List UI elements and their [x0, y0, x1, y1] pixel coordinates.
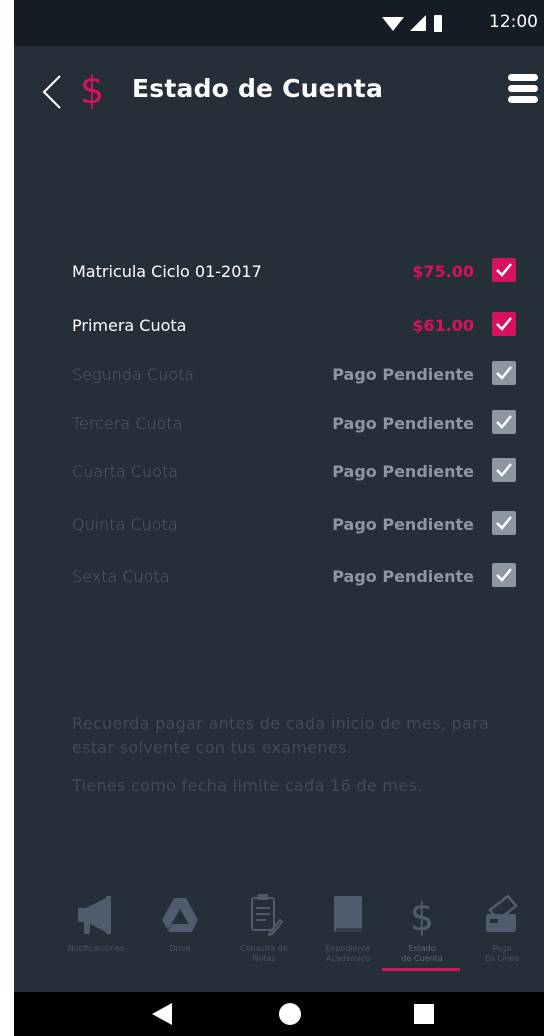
menu-icon[interactable] — [508, 74, 538, 106]
nav-label: Drive — [169, 944, 191, 953]
credit-card-icon — [486, 894, 518, 932]
system-navigation-bar — [14, 992, 544, 1036]
payment-label: Segunda Cuota — [72, 365, 195, 384]
nav-expediente-academico[interactable]: Expediente Académico — [306, 884, 390, 974]
payment-row-quinta-cuota: Quinta Cuota Pago Pendiente — [72, 511, 516, 541]
payment-row-cuarta-cuota: Cuarta Cuota Pago Pendiente — [72, 458, 516, 488]
nav-drive[interactable]: Drive — [138, 884, 222, 974]
wifi-icon — [382, 17, 404, 31]
app-header: $ Estado de Cuenta — [14, 46, 544, 136]
payment-row-segunda-cuota: Segunda Cuota Pago Pendiente — [72, 361, 516, 391]
page-title: Estado de Cuenta — [132, 74, 384, 103]
payment-row-primera-cuota: Primera Cuota $61.00 — [72, 312, 516, 342]
system-recents-icon[interactable] — [414, 1004, 434, 1024]
payment-label: Primera Cuota — [72, 316, 187, 335]
pending-checkbox[interactable] — [492, 410, 516, 434]
payment-status: Pago Pendiente — [332, 365, 474, 384]
nav-label: Notificaciones — [67, 944, 125, 953]
phone-screen: 12:00 $ Estado de Cuenta Matricula Ciclo… — [14, 0, 544, 1036]
paid-checkbox[interactable] — [492, 312, 516, 336]
battery-icon — [434, 15, 442, 32]
back-arrow-icon[interactable] — [40, 74, 64, 110]
nav-notificaciones[interactable]: Notificaciones — [54, 884, 138, 974]
nav-estado-de-cuenta[interactable]: $ Estado de Cuenta — [380, 884, 464, 974]
payment-status: Pago Pendiente — [332, 567, 474, 586]
nav-label: Consulta de Notas — [240, 944, 288, 963]
payment-row-matricula: Matricula Ciclo 01-2017 $75.00 — [72, 258, 516, 288]
dollar-icon: $ — [410, 895, 434, 936]
paid-checkbox[interactable] — [492, 258, 516, 282]
payment-label: Tercera Cuota — [72, 414, 183, 433]
pending-checkbox[interactable] — [492, 563, 516, 587]
active-tab-indicator — [382, 968, 460, 971]
nav-label: Expediente Académico — [325, 944, 371, 963]
payment-label: Quinta Cuota — [72, 515, 178, 534]
nav-pago-en-linea[interactable]: Pago En Linea — [460, 884, 544, 974]
status-time: 12:00 — [489, 12, 538, 32]
nav-consulta-notas[interactable]: Consulta de Notas — [222, 884, 306, 974]
system-home-icon[interactable] — [279, 1003, 301, 1025]
book-icon — [334, 896, 362, 932]
payment-label: Matricula Ciclo 01-2017 — [72, 262, 262, 281]
nav-label: Pago En Linea — [484, 944, 520, 963]
payment-reminder-text: Recuerda pagar antes de cada inicio de m… — [72, 714, 490, 757]
payment-deadline-text: Tienes como fecha limite cada 16 de mes. — [72, 776, 423, 795]
payment-row-sexta-cuota: Sexta Cuota Pago Pendiente — [72, 563, 516, 593]
payment-label: Sexta Cuota — [72, 567, 170, 586]
status-bar: 12:00 — [14, 0, 544, 46]
payment-row-tercera-cuota: Tercera Cuota Pago Pendiente — [72, 410, 516, 440]
pending-checkbox[interactable] — [492, 361, 516, 385]
drive-icon — [162, 898, 198, 932]
dollar-icon: $ — [80, 68, 105, 112]
megaphone-icon — [78, 896, 111, 934]
payment-status: Pago Pendiente — [332, 414, 474, 433]
signal-icon — [410, 15, 426, 31]
pending-checkbox[interactable] — [492, 511, 516, 535]
status-icons — [382, 15, 442, 32]
bottom-navigation: Notificaciones Drive Consulta de Notas E… — [14, 884, 544, 992]
nav-label: Estado de Cuenta — [401, 944, 443, 963]
svg-text:$: $ — [410, 895, 434, 936]
payment-status: Pago Pendiente — [332, 515, 474, 534]
system-back-icon[interactable] — [152, 1003, 172, 1025]
clipboard-icon — [251, 894, 284, 936]
pending-checkbox[interactable] — [492, 458, 516, 482]
payment-amount: $75.00 — [412, 262, 474, 281]
payment-label: Cuarta Cuota — [72, 462, 179, 481]
payment-amount: $61.00 — [412, 316, 474, 335]
payment-status: Pago Pendiente — [332, 462, 474, 481]
